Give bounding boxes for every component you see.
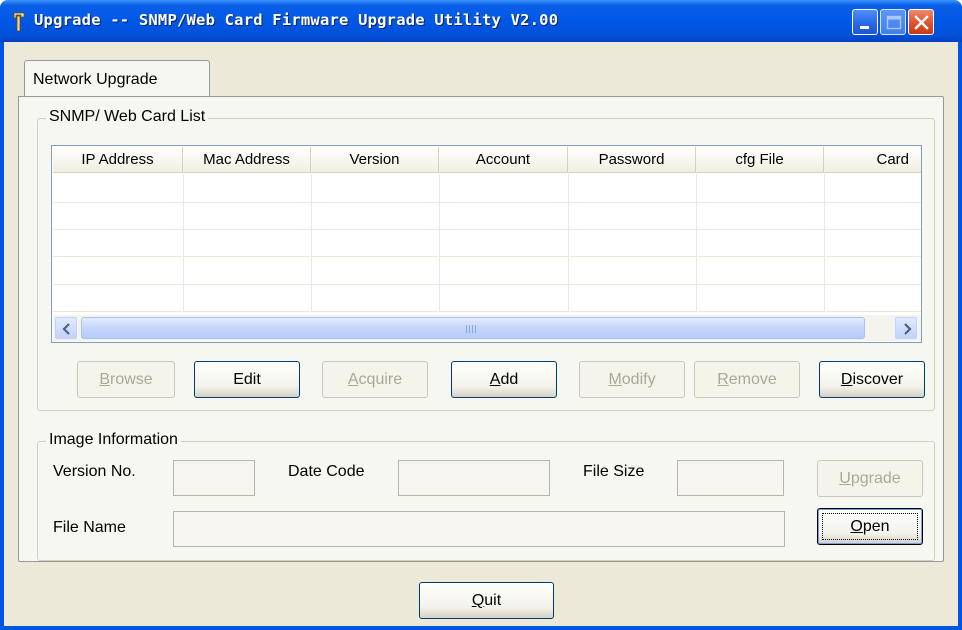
upgrade-button[interactable]: Upgrade: [817, 460, 923, 497]
app-window: Upgrade -- SNMP/Web Card Firmware Upgrad…: [0, 0, 962, 630]
grid-line: [53, 284, 921, 285]
grid-line: [311, 174, 312, 312]
file-size-label: File Size: [583, 463, 645, 480]
window-title: Upgrade -- SNMP/Web Card Firmware Upgrad…: [34, 11, 559, 29]
image-info-group-label: Image Information: [46, 431, 181, 449]
close-icon: [914, 15, 929, 30]
quit-button[interactable]: Quit: [419, 582, 554, 619]
grid-line: [53, 202, 921, 203]
grid-line: [568, 174, 569, 312]
date-code-label: Date Code: [288, 463, 365, 480]
column-header-version[interactable]: Version: [311, 147, 439, 173]
card-list-group-label: SNMP/ Web Card List: [46, 108, 209, 126]
column-header-ip-address[interactable]: IP Address: [53, 147, 183, 173]
close-button[interactable]: [908, 9, 934, 35]
focus-rectangle: [822, 513, 918, 540]
card-list-header: IP Address Mac Address Version Account P…: [53, 147, 921, 173]
scroll-right-icon: [904, 323, 912, 335]
grid-line: [53, 311, 921, 312]
column-header-card[interactable]: Card: [824, 147, 921, 173]
browse-button[interactable]: Browse: [77, 361, 175, 398]
add-button[interactable]: Add: [451, 361, 557, 398]
scroll-thumb[interactable]: [81, 317, 865, 339]
title-bar[interactable]: Upgrade -- SNMP/Web Card Firmware Upgrad…: [0, 0, 962, 42]
file-name-label: File Name: [53, 519, 126, 536]
column-header-password[interactable]: Password: [568, 147, 696, 173]
remove-button[interactable]: Remove: [694, 361, 800, 398]
discover-button[interactable]: Discover: [819, 361, 925, 398]
date-code-field: [398, 460, 550, 496]
column-header-mac-address[interactable]: Mac Address: [183, 147, 311, 173]
open-button[interactable]: Open: [817, 508, 923, 545]
version-label: Version No.: [53, 463, 136, 480]
modify-button[interactable]: Modify: [579, 361, 685, 398]
column-header-account[interactable]: Account: [439, 147, 568, 173]
card-list[interactable]: IP Address Mac Address Version Account P…: [51, 145, 922, 343]
grip-icon: [466, 325, 476, 333]
grid-line: [53, 229, 921, 230]
tab-network-upgrade[interactable]: Network Upgrade: [24, 60, 210, 98]
minimize-icon: [860, 26, 869, 29]
file-size-field: [677, 460, 784, 496]
acquire-button[interactable]: Acquire: [322, 361, 428, 398]
column-header-cfg-file[interactable]: cfg File: [696, 147, 824, 173]
maximize-icon: [886, 15, 902, 30]
grid-line: [824, 174, 825, 312]
grid-line: [439, 174, 440, 312]
minimize-button[interactable]: [852, 9, 878, 35]
scroll-left-icon: [62, 323, 70, 335]
grid-line: [53, 256, 921, 257]
app-icon: [13, 12, 25, 32]
scroll-left-button[interactable]: [55, 317, 77, 339]
maximize-button: [880, 9, 906, 35]
edit-button[interactable]: Edit: [194, 361, 300, 398]
version-field: [173, 460, 255, 496]
grid-line: [696, 174, 697, 312]
grid-line: [183, 174, 184, 312]
file-name-field: [173, 511, 785, 547]
scroll-right-button[interactable]: [895, 317, 917, 339]
horizontal-scrollbar[interactable]: [53, 315, 921, 341]
